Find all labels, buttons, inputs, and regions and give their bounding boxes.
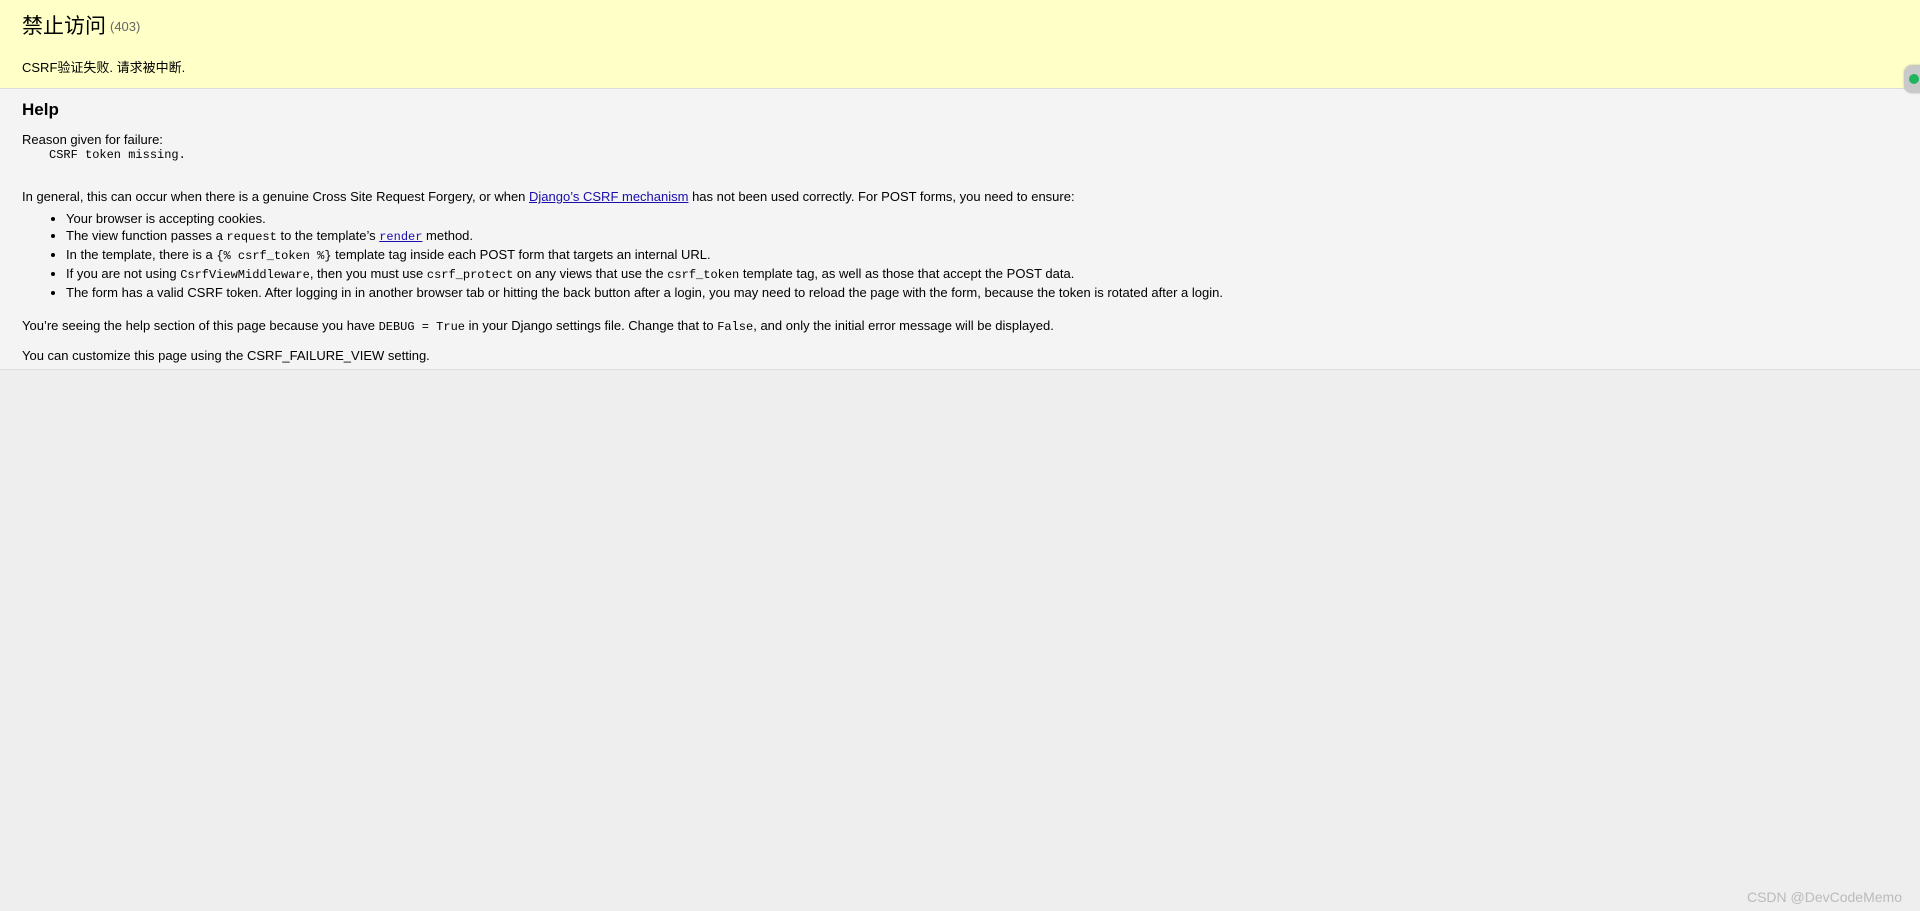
floating-side-widget[interactable] [1904,65,1920,93]
error-message: CSRF验证失败. 请求被中断. [22,60,186,76]
debug-note-text: in your Django settings file. Change tha… [464,318,718,333]
debug-note-text: You’re seeing the help section of this p… [22,318,379,333]
general-text-post: has not been used correctly. For POST fo… [688,189,1075,204]
status-dot-icon [1909,74,1919,84]
reason-label: Reason given for failure: [22,132,163,147]
list-item: If you are not using CsrfViewMiddleware,… [66,265,1898,284]
debug-note-text: , and only the initial error message wil… [753,318,1054,333]
list-item-text: on any views that use the [513,266,668,281]
list-item-text: If you are not using [66,266,181,281]
list-item-text: template tag, as well as those that acce… [739,266,1075,281]
code-snippet: {% csrf_token %} [216,249,332,263]
list-item-text: The view function passes a [66,228,227,243]
reason-text: CSRF token missing. [49,148,186,162]
list-item: The view function passes a request to th… [66,227,1898,246]
help-section: Help Reason given for failure: CSRF toke… [0,89,1920,370]
watermark: CSDN @DevCodeMemo [1746,889,1902,905]
django-csrf-docs-link[interactable]: Django’s CSRF mechanism [529,189,688,204]
code-snippet: csrf_token [667,268,740,282]
general-text-pre: In general, this can occur when there is… [22,189,530,204]
title-text: 禁止访问 [22,15,106,38]
list-item-text: to the template’s [276,228,380,243]
code-snippet: csrf_protect [426,268,514,282]
list-item-text: The form has a valid CSRF token. After l… [66,285,1223,300]
code-snippet: DEBUG = True [378,320,465,334]
code-snippet: False [717,320,754,334]
debug-note: You’re seeing the help section of this p… [22,317,1898,336]
render-link-code: render [379,230,423,244]
list-item-text: Your browser is accepting cookies. [66,211,266,226]
help-heading: Help [22,100,59,119]
list-item: The form has a valid CSRF token. After l… [66,284,1898,301]
list-item-text: method. [422,228,474,243]
list-item-text: template tag inside each POST form that … [331,247,711,262]
render-docs-link[interactable]: render [379,228,423,244]
error-summary: 禁止访问 (403) CSRF验证失败. 请求被中断. [0,0,1920,89]
list-item-text: In the template, there is a [66,247,217,262]
list-item-text: , then you must use [309,266,427,281]
list-item: In the template, there is a {% csrf_toke… [66,246,1898,265]
customize-note: You can customize this page using the CS… [22,348,430,363]
requirements-list: Your browser is accepting cookies. The v… [22,210,1898,301]
status-code: (403) [110,19,141,35]
code-snippet: CsrfViewMiddleware [180,268,310,282]
general-explanation: In general, this can occur when there is… [22,188,1898,205]
list-item: Your browser is accepting cookies. [66,210,1898,227]
code-snippet: request [226,230,277,244]
page-title: 禁止访问 (403) [22,12,1898,42]
